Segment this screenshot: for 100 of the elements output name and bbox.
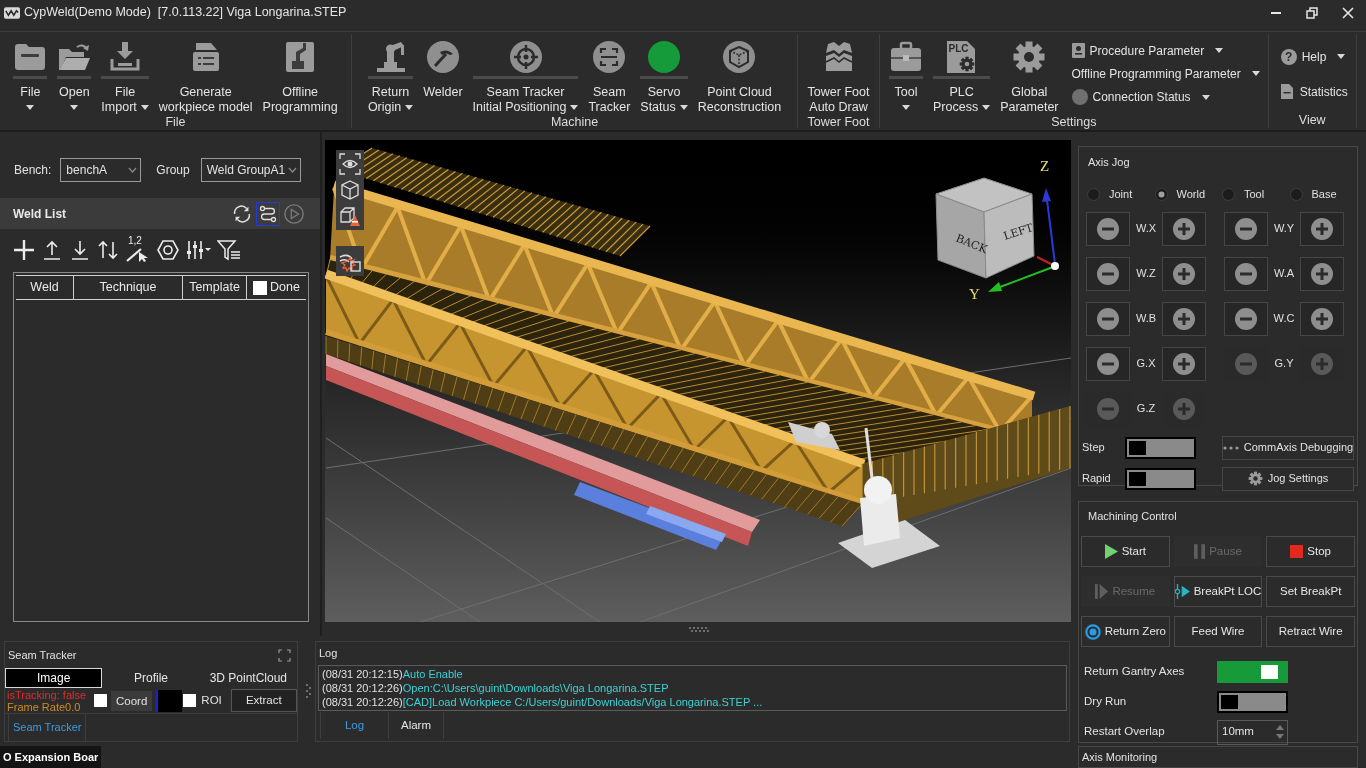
checkbox[interactable] xyxy=(183,694,197,707)
ribbon-button[interactable]: Offline Programming xyxy=(257,39,343,115)
jog-plus-button[interactable] xyxy=(1162,346,1206,381)
close-icon[interactable] xyxy=(1342,7,1354,19)
ribbon-menu-button[interactable]: Procedure Parameter xyxy=(1071,40,1260,61)
ribbon-button[interactable]: PLC PLC Process xyxy=(928,39,996,115)
add-icon[interactable] xyxy=(13,239,35,261)
cube-icon[interactable] xyxy=(339,179,361,201)
ribbon-menu-button[interactable]: Connection Status xyxy=(1071,87,1260,108)
jog-minus-button[interactable] xyxy=(1086,301,1130,336)
expand-icon[interactable] xyxy=(278,648,291,662)
control-button[interactable]: BreakPt LOC xyxy=(1173,576,1263,607)
column-header[interactable]: Weld xyxy=(30,278,59,297)
arrow-down-icon[interactable] xyxy=(69,239,91,261)
tab[interactable]: Profile xyxy=(102,668,200,688)
ribbon-button[interactable]: File xyxy=(8,39,53,115)
ribbon-button[interactable]: Point Cloud Reconstruction xyxy=(692,39,787,115)
ribbon-button[interactable]: Tool xyxy=(884,39,928,115)
extract-button[interactable]: Extract xyxy=(230,689,297,712)
panel-button[interactable]: CommAxis Debugging xyxy=(1222,435,1354,460)
toggle-switch[interactable] xyxy=(1217,691,1288,713)
cube-cone-icon[interactable] xyxy=(339,205,361,227)
floor-beam-drawing[interactable] xyxy=(574,482,726,550)
toggle-switch[interactable] xyxy=(1217,661,1288,683)
sliders-icon[interactable] xyxy=(185,239,211,261)
panel-title: Axis Jog xyxy=(1088,156,1130,168)
checkbox[interactable] xyxy=(94,694,107,707)
jog-minus-button[interactable] xyxy=(1086,346,1130,381)
jog-minus-button[interactable] xyxy=(1224,301,1268,336)
control-button[interactable]: Start xyxy=(1081,536,1170,567)
ribbon-button[interactable]: Servo Status xyxy=(635,39,693,115)
tab[interactable]: Seam Tracker xyxy=(8,714,87,741)
ribbon-button[interactable]: File Import xyxy=(96,39,154,115)
ribbon-button[interactable]: Open xyxy=(52,39,97,115)
group-dropdown[interactable]: Weld GroupA1 xyxy=(200,158,301,182)
sort-icon[interactable] xyxy=(97,239,119,261)
checkbox-label[interactable]: Coord xyxy=(111,690,153,711)
jog-minus-button[interactable] xyxy=(1086,256,1130,291)
tab[interactable]: Image xyxy=(5,668,103,688)
radio-icon[interactable] xyxy=(1289,187,1303,201)
ribbon-button[interactable]: Seam Tracker xyxy=(583,39,636,115)
splitter-handle[interactable] xyxy=(688,627,709,632)
checkbox[interactable] xyxy=(253,280,268,295)
control-button[interactable]: Stop xyxy=(1266,536,1355,567)
cube-face-label[interactable]: LEFT xyxy=(1001,221,1035,243)
control-button[interactable]: Set BreakPt xyxy=(1266,576,1355,607)
toggle-switch[interactable] xyxy=(1125,436,1196,459)
jog-minus-button[interactable] xyxy=(1086,211,1130,246)
radio-icon[interactable] xyxy=(1222,187,1235,201)
jog-minus-button[interactable] xyxy=(1224,256,1268,291)
welding-robot-drawing[interactable] xyxy=(788,422,940,568)
radio-option[interactable]: Base xyxy=(1289,186,1357,203)
jog-plus-button[interactable] xyxy=(1162,301,1206,336)
ribbon-button[interactable]: Return Origin xyxy=(362,39,419,115)
ribbon-button[interactable]: Generate workpiece model xyxy=(153,39,258,115)
bench-dropdown[interactable]: benchA xyxy=(60,158,142,182)
control-button[interactable]: Retract Wire xyxy=(1266,616,1355,647)
radio-icon[interactable] xyxy=(1154,187,1168,201)
radio-option[interactable]: Tool xyxy=(1222,186,1290,203)
restore-icon[interactable] xyxy=(1306,7,1318,19)
view-cube[interactable] xyxy=(935,177,1035,279)
column-header[interactable]: Technique xyxy=(99,278,157,297)
checkbox-label[interactable]: ROI xyxy=(201,691,222,710)
tab[interactable]: Log xyxy=(320,712,389,739)
jog-plus-button[interactable] xyxy=(1162,211,1206,246)
splitter-handle[interactable] xyxy=(306,684,311,698)
radio-option[interactable]: Joint xyxy=(1087,186,1155,203)
hexagon-icon[interactable] xyxy=(157,239,179,261)
panel-button[interactable]: Jog Settings xyxy=(1222,466,1354,491)
settings-icon xyxy=(1012,40,1047,74)
control-button[interactable]: Return Zero xyxy=(1081,616,1170,647)
toggle-switch[interactable] xyxy=(1125,467,1196,490)
ribbon-menu-button[interactable]: ? Help xyxy=(1280,46,1348,67)
column-header[interactable]: Done xyxy=(270,278,300,297)
control-button[interactable]: Feed Wire xyxy=(1173,616,1263,647)
jog-plus-button[interactable] xyxy=(1300,301,1344,336)
jog-minus-button[interactable] xyxy=(1224,211,1268,246)
jog-plus-button[interactable] xyxy=(1300,256,1344,291)
toggle-label: Rapid xyxy=(1082,471,1112,487)
chevron-down-icon xyxy=(287,167,297,173)
arrow-up-icon[interactable] xyxy=(41,239,63,261)
ribbon-menu-button[interactable]: Statistics xyxy=(1280,81,1348,102)
ribbon-button[interactable]: Welder xyxy=(418,39,468,100)
ribbon-button[interactable]: Tower Foot Auto Draw xyxy=(802,39,875,115)
renumber-button[interactable]: 1,2 xyxy=(125,238,151,262)
jog-plus-button[interactable] xyxy=(1300,211,1344,246)
tab[interactable]: 3D PointCloud xyxy=(199,668,297,688)
eye-icon[interactable] xyxy=(339,153,361,175)
jog-plus-button[interactable] xyxy=(1162,256,1206,291)
route-icon[interactable] xyxy=(256,201,280,226)
ribbon-button[interactable]: Global Parameter xyxy=(995,39,1064,115)
ribbon-menu-button[interactable]: Offline Programming Parameter xyxy=(1071,64,1260,84)
ribbon-button[interactable]: Seam Tracker Initial Positioning xyxy=(467,39,584,115)
spin-box[interactable]: 10mm xyxy=(1217,719,1288,745)
dock-tab[interactable]: O Expansion Boar xyxy=(0,746,102,768)
column-header[interactable]: Template xyxy=(189,278,240,297)
tab[interactable]: Alarm xyxy=(389,712,444,739)
filter-icon[interactable] xyxy=(217,239,241,261)
radio-icon[interactable] xyxy=(1087,187,1100,201)
radio-option[interactable]: World xyxy=(1154,186,1222,203)
